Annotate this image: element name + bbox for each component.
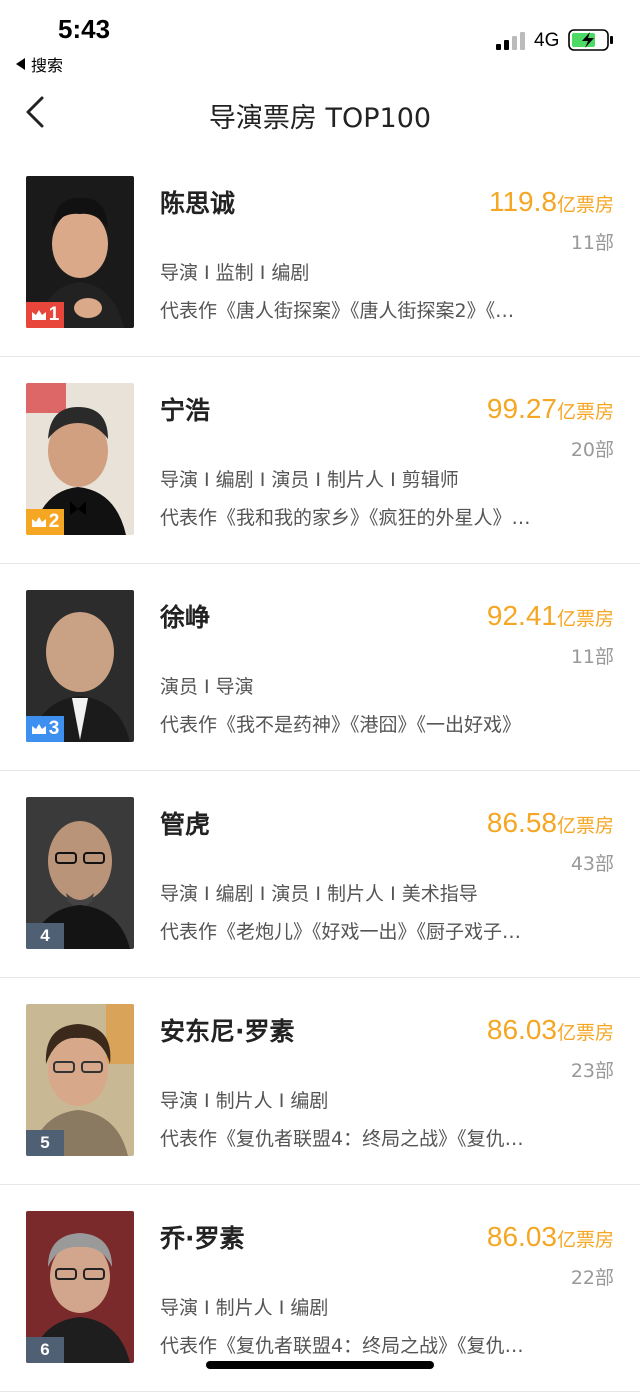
film-count: 43部 bbox=[570, 853, 614, 875]
box-office: 119.8 亿票房 bbox=[489, 186, 614, 218]
representative-works: 代表作《唐人街探案》《唐人街探案2》《… bbox=[160, 300, 515, 322]
director-roles: 演员 I 导演 bbox=[160, 676, 254, 698]
director-photo: 5 bbox=[26, 1004, 134, 1156]
box-office-unit: 亿票房 bbox=[556, 815, 614, 837]
director-roles: 导演 I 制片人 I 编剧 bbox=[160, 1297, 329, 1319]
film-count: 22部 bbox=[570, 1267, 614, 1289]
director-row[interactable]: 5 安东尼·罗素 86.03 亿票房 23部 导演 I 制片人 I 编剧 代表作… bbox=[0, 978, 640, 1185]
box-office: 99.27 亿票房 bbox=[487, 393, 614, 425]
rank-number: 2 bbox=[48, 511, 60, 532]
rank-badge: 1 bbox=[26, 302, 64, 328]
crown-icon bbox=[31, 310, 46, 320]
director-photo: 4 bbox=[26, 797, 134, 949]
back-app-label: 搜索 bbox=[31, 56, 64, 75]
box-office: 92.41 亿票房 bbox=[487, 600, 614, 632]
director-name: 徐峥 bbox=[160, 603, 211, 632]
film-count: 11部 bbox=[570, 232, 614, 254]
director-row[interactable]: 4 管虎 86.58 亿票房 43部 导演 I 编剧 I 演员 I 制片人 I … bbox=[0, 771, 640, 978]
network-type: 4G bbox=[534, 30, 560, 51]
box-office-unit: 亿票房 bbox=[556, 401, 614, 423]
home-indicator[interactable] bbox=[206, 1361, 434, 1369]
director-photo: 1 bbox=[26, 176, 134, 328]
director-roles: 导演 I 编剧 I 演员 I 制片人 I 美术指导 bbox=[160, 883, 478, 905]
director-roles: 导演 I 编剧 I 演员 I 制片人 I 剪辑师 bbox=[160, 469, 459, 491]
director-name: 管虎 bbox=[160, 810, 211, 839]
representative-works: 代表作《我和我的家乡》《疯狂的外星人》… bbox=[160, 507, 531, 529]
rank-number: 1 bbox=[48, 304, 60, 325]
director-roles: 导演 I 制片人 I 编剧 bbox=[160, 1090, 329, 1112]
film-count: 20部 bbox=[570, 439, 614, 461]
box-office: 86.58 亿票房 bbox=[487, 807, 614, 839]
box-office: 86.03 亿票房 bbox=[487, 1014, 614, 1046]
status-time: 5:43 bbox=[58, 14, 111, 44]
box-office-unit: 亿票房 bbox=[556, 194, 614, 216]
rank-number: 3 bbox=[48, 718, 60, 739]
director-name: 安东尼·罗素 bbox=[160, 1017, 295, 1046]
director-name: 陈思诚 bbox=[160, 189, 236, 218]
back-triangle-icon bbox=[16, 58, 25, 70]
page-title: 导演票房 TOP100 bbox=[208, 103, 432, 134]
film-count: 23部 bbox=[570, 1060, 614, 1082]
status-bar: 5:43 搜索 4G bbox=[0, 0, 640, 80]
nav-bar: 导演票房 TOP100 bbox=[0, 80, 640, 150]
rank-badge: 3 bbox=[26, 716, 64, 742]
rank-number: 6 bbox=[40, 1340, 50, 1359]
director-name: 乔·罗素 bbox=[160, 1224, 245, 1253]
box-office-unit: 亿票房 bbox=[556, 608, 614, 630]
crown-icon bbox=[31, 724, 46, 734]
rank-badge: 4 bbox=[26, 923, 64, 949]
director-photo: 2 bbox=[26, 383, 134, 535]
rank-number: 4 bbox=[40, 926, 50, 945]
box-office-value: 86.03 bbox=[486, 1014, 557, 1045]
director-list: 1 陈思诚 119.8 亿票房 11部 导演 I 监制 I 编剧 代表作《唐人街… bbox=[0, 150, 640, 1392]
battery-charging-icon bbox=[568, 29, 613, 51]
rank-number: 5 bbox=[40, 1133, 50, 1152]
director-roles: 导演 I 监制 I 编剧 bbox=[160, 262, 310, 284]
box-office-value: 86.58 bbox=[486, 807, 557, 838]
box-office: 86.03 亿票房 bbox=[487, 1221, 614, 1253]
box-office-value: 92.41 bbox=[486, 600, 557, 631]
director-name: 宁浩 bbox=[160, 396, 211, 425]
director-photo: 3 bbox=[26, 590, 134, 742]
rank-badge: 2 bbox=[26, 509, 64, 535]
representative-works: 代表作《老炮儿》《好戏一出》《厨子戏子… bbox=[160, 921, 522, 943]
director-row[interactable]: 1 陈思诚 119.8 亿票房 11部 导演 I 监制 I 编剧 代表作《唐人街… bbox=[0, 150, 640, 357]
rank-badge: 6 bbox=[26, 1337, 64, 1363]
representative-works: 代表作《我不是药神》《港囧》《一出好戏》 bbox=[160, 714, 522, 736]
box-office-value: 99.27 bbox=[486, 393, 557, 424]
rank-badge: 5 bbox=[26, 1130, 64, 1156]
director-row[interactable]: 2 宁浩 99.27 亿票房 20部 导演 I 编剧 I 演员 I 制片人 I … bbox=[0, 357, 640, 564]
director-photo: 6 bbox=[26, 1211, 134, 1363]
crown-icon bbox=[31, 517, 46, 527]
representative-works: 代表作《复仇者联盟4：终局之战》《复仇… bbox=[160, 1335, 524, 1357]
representative-works: 代表作《复仇者联盟4：终局之战》《复仇… bbox=[160, 1128, 524, 1150]
box-office-unit: 亿票房 bbox=[556, 1229, 614, 1251]
signal-icon bbox=[496, 32, 525, 50]
director-row[interactable]: 3 徐峥 92.41 亿票房 11部 演员 I 导演 代表作《我不是药神》《港囧… bbox=[0, 564, 640, 771]
box-office-value: 119.8 bbox=[488, 186, 557, 217]
film-count: 11部 bbox=[570, 646, 614, 668]
box-office-value: 86.03 bbox=[486, 1221, 557, 1252]
back-to-app-link[interactable]: 搜索 bbox=[16, 52, 63, 76]
box-office-unit: 亿票房 bbox=[556, 1022, 614, 1044]
